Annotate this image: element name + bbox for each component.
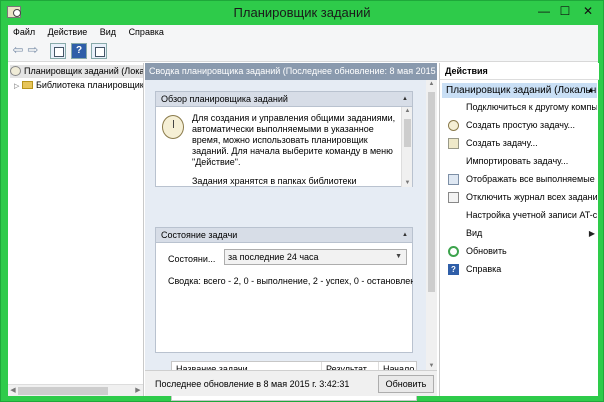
collapse-icon[interactable]: ▲ [401, 95, 409, 103]
action-at-account[interactable]: Настройка учетной записи AT-службы [440, 207, 597, 224]
action-create-task-label: Создать задачу... [466, 138, 538, 148]
scroll-right-icon[interactable]: ▶ [133, 385, 143, 397]
menu-help[interactable]: Справка [124, 25, 169, 37]
close-button[interactable]: ✕ [580, 5, 596, 19]
action-create-basic-task[interactable]: Создать простую задачу... [440, 117, 597, 134]
toolbar: ⇦ ⇨ ? [8, 40, 598, 62]
task-status-section-title: Состояние задачи [161, 230, 238, 240]
action-connect[interactable]: Подключиться к другому компьютеру... [440, 99, 597, 116]
overview-section-title: Обзор планировщика заданий [161, 94, 288, 104]
scroll-thumb[interactable] [18, 387, 108, 395]
navigation-tree: Планировщик заданий (Локальный) ▷ Библиот… [8, 63, 144, 396]
folder-icon [22, 81, 33, 89]
actions-pane-title: Действия [440, 63, 599, 80]
menu-file[interactable]: Файл [8, 25, 40, 37]
list-icon [448, 174, 459, 185]
chevron-down-icon: ▼ [395, 253, 402, 260]
action-refresh-label: Обновить [466, 246, 507, 256]
clock-icon [10, 66, 21, 76]
action-help-label: Справка [466, 264, 502, 274]
back-arrow-icon[interactable]: ⇦ [11, 43, 25, 57]
show-hide-tree-icon[interactable] [50, 43, 66, 59]
log-icon [448, 192, 459, 203]
window-title: Планировщик заданий [233, 5, 371, 20]
action-at-account-label: Настройка учетной записи AT-службы [466, 210, 597, 220]
help-icon[interactable]: ? [71, 43, 87, 59]
summary-pane: Сводка планировщика заданий (Последнее о… [145, 63, 437, 401]
help-icon: ? [448, 264, 459, 275]
action-import-task-label: Импортировать задачу... [466, 156, 569, 166]
app-window: Планировщик заданий — ☐ ✕ Файл Действие … [0, 0, 604, 402]
scroll-thumb[interactable] [428, 92, 435, 292]
actions-section-header[interactable]: Планировщик заданий (Локальный) ▲ [442, 83, 597, 98]
task-status-body: Состояни... за последние 24 часа ▼ Сводк… [156, 243, 413, 353]
submenu-arrow-icon: ▶ [588, 229, 595, 238]
tree-item-root[interactable]: Планировщик заданий (Локальный) [10, 65, 143, 78]
actions-pane: Действия Планировщик заданий (Локальный)… [439, 63, 599, 396]
action-display-running-label: Отображать все выполняемые задачи [466, 174, 597, 184]
task-status-section: Состояние задачи ▲ Состояни... за послед… [155, 227, 413, 353]
tree-item-root-label: Планировщик заданий (Локальный) [24, 66, 143, 76]
refresh-button[interactable]: Обновить [378, 375, 434, 393]
scroll-up-icon[interactable]: ▲ [402, 108, 412, 114]
task-status-section-header[interactable]: Состояние задачи ▲ [156, 228, 412, 243]
show-hide-action-pane-icon[interactable] [91, 43, 107, 59]
overview-text-storage: Задания хранятся в папках библиотеки [192, 176, 357, 186]
status-period-select[interactable]: за последние 24 часа ▼ [224, 249, 407, 265]
overview-scrollbar[interactable]: ▲ ▼ [401, 107, 412, 187]
overview-body: Для создания и управления общими задания… [156, 107, 412, 187]
client-area: Файл Действие Вид Справка ⇦ ⇨ ? Планиров… [8, 25, 599, 401]
title-bar[interactable]: Планировщик заданий — ☐ ✕ [1, 1, 603, 25]
action-disable-history[interactable]: Отключить журнал всех заданий [440, 189, 597, 206]
action-view-label: Вид [466, 228, 483, 238]
action-disable-history-label: Отключить журнал всех заданий [466, 192, 597, 202]
refresh-icon [448, 246, 459, 257]
tree-horizontal-scrollbar[interactable]: ◀ ▶ [8, 384, 143, 396]
action-create-basic-task-label: Создать простую задачу... [466, 120, 576, 130]
overview-text: Для создания и управления общими задания… [192, 113, 398, 187]
menu-view[interactable]: Вид [95, 25, 121, 37]
overview-text-intro: Для создания и управления общими задания… [192, 113, 396, 167]
summary-scrollbar[interactable]: ▲ ▼ [426, 80, 437, 370]
clock-icon [448, 120, 459, 131]
action-help[interactable]: ? Справка [440, 261, 597, 278]
scroll-thumb[interactable] [404, 119, 411, 147]
action-view[interactable]: Вид ▶ [440, 225, 597, 242]
scroll-up-icon[interactable]: ▲ [426, 81, 437, 87]
tree-item-library[interactable]: ▷ Библиотека планировщика заданий [14, 79, 143, 92]
tree-item-library-label: Библиотека планировщика заданий [36, 80, 143, 90]
action-refresh[interactable]: Обновить [440, 243, 597, 260]
maximize-button[interactable]: ☐ [557, 5, 573, 19]
minimize-button[interactable]: — [536, 5, 552, 19]
expand-icon[interactable]: ▷ [14, 80, 22, 92]
collapse-icon[interactable]: ▲ [587, 83, 594, 98]
status-period-value: за последние 24 часа [228, 252, 319, 262]
scroll-down-icon[interactable]: ▼ [402, 180, 412, 186]
menu-action[interactable]: Действие [43, 25, 93, 37]
overview-section-header[interactable]: Обзор планировщика заданий ▲ [156, 92, 412, 107]
menu-bar: Файл Действие Вид Справка [8, 25, 598, 40]
task-scheduler-clock-icon [162, 115, 184, 139]
summary-footer: Последнее обновление в 8 мая 2015 г. 3:4… [145, 370, 437, 396]
action-import-task[interactable]: Импортировать задачу... [440, 153, 597, 170]
scroll-down-icon[interactable]: ▼ [426, 363, 437, 369]
status-summary: Сводка: всего - 2, 0 - выполнение, 2 - у… [168, 276, 413, 286]
summary-header: Сводка планировщика заданий (Последнее о… [145, 63, 437, 80]
scroll-left-icon[interactable]: ◀ [8, 385, 18, 397]
forward-arrow-icon[interactable]: ⇨ [26, 43, 40, 57]
collapse-icon[interactable]: ▲ [401, 231, 409, 239]
task-icon [448, 138, 459, 149]
action-display-running[interactable]: Отображать все выполняемые задачи [440, 171, 597, 188]
last-refresh-text: Последнее обновление в 8 мая 2015 г. 3:4… [155, 379, 350, 389]
action-create-task[interactable]: Создать задачу... [440, 135, 597, 152]
overview-section: Обзор планировщика заданий ▲ Для создани… [155, 91, 413, 187]
action-connect-label: Подключиться к другому компьютеру... [466, 102, 597, 112]
actions-section-title: Планировщик заданий (Локальный) [446, 85, 597, 96]
status-period-label: Состояни... [168, 254, 216, 264]
